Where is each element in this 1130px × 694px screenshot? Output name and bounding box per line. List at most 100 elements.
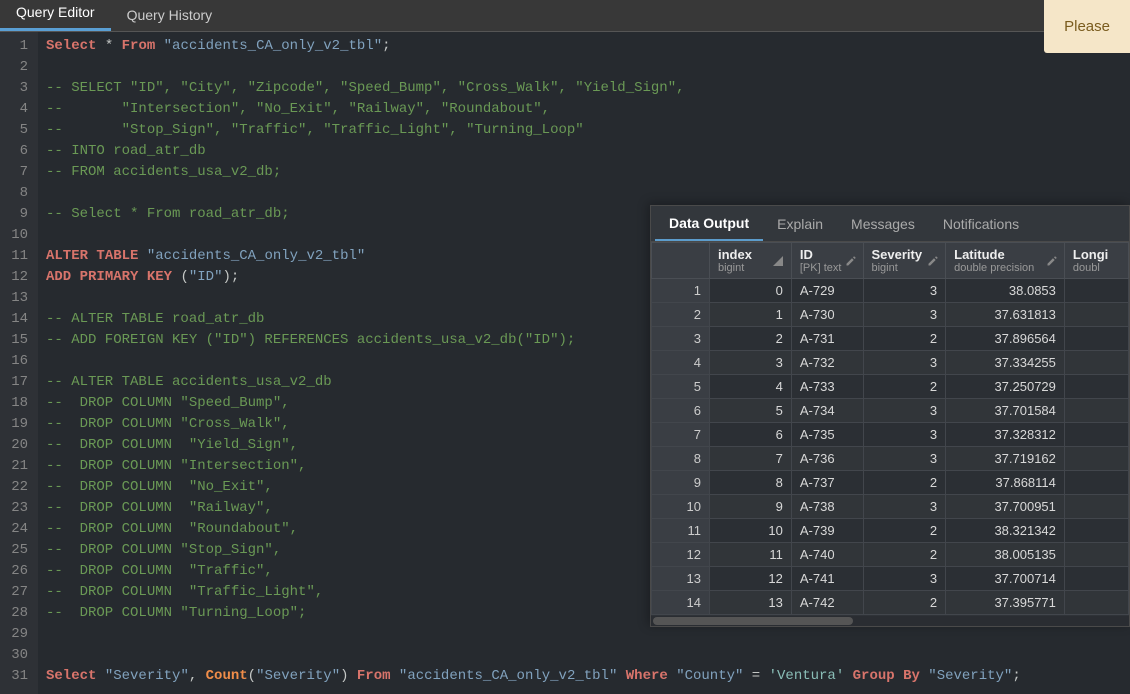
table-row[interactable]: 54A-733237.250729: [652, 375, 1129, 399]
cell[interactable]: A-739: [791, 519, 863, 543]
tab-query-editor[interactable]: Query Editor: [0, 0, 111, 31]
cell[interactable]: 4: [710, 375, 792, 399]
edit-icon[interactable]: [1046, 255, 1058, 267]
scrollbar-thumb[interactable]: [653, 617, 853, 625]
code-line[interactable]: -- "Intersection", "No_Exit", "Railway",…: [46, 99, 1122, 120]
cell[interactable]: A-736: [791, 447, 863, 471]
table-row[interactable]: 1211A-740238.005135: [652, 543, 1129, 567]
cell[interactable]: [1064, 351, 1128, 375]
cell[interactable]: A-733: [791, 375, 863, 399]
cell[interactable]: 2: [863, 591, 946, 615]
table-row[interactable]: 1413A-742237.395771: [652, 591, 1129, 615]
cell[interactable]: [1064, 279, 1128, 303]
data-tab-notifications[interactable]: Notifications: [929, 208, 1033, 240]
cell[interactable]: 37.631813: [946, 303, 1065, 327]
cell[interactable]: 37.896564: [946, 327, 1065, 351]
cell[interactable]: 3: [863, 279, 946, 303]
cell[interactable]: 3: [710, 351, 792, 375]
cell[interactable]: 3: [863, 399, 946, 423]
tab-query-history[interactable]: Query History: [111, 0, 229, 31]
cell[interactable]: [1064, 375, 1128, 399]
data-tab-messages[interactable]: Messages: [837, 208, 929, 240]
cell[interactable]: 3: [863, 447, 946, 471]
code-line[interactable]: -- SELECT "ID", "City", "Zipcode", "Spee…: [46, 78, 1122, 99]
table-row[interactable]: 1110A-739238.321342: [652, 519, 1129, 543]
code-line[interactable]: [46, 57, 1122, 78]
data-tab-data-output[interactable]: Data Output: [655, 207, 763, 241]
cell[interactable]: A-740: [791, 543, 863, 567]
cell[interactable]: 13: [710, 591, 792, 615]
cell[interactable]: A-742: [791, 591, 863, 615]
cell[interactable]: 3: [863, 303, 946, 327]
code-line[interactable]: -- "Stop_Sign", "Traffic", "Traffic_Ligh…: [46, 120, 1122, 141]
table-row[interactable]: 32A-731237.896564: [652, 327, 1129, 351]
cell[interactable]: 37.328312: [946, 423, 1065, 447]
table-row[interactable]: 21A-730337.631813: [652, 303, 1129, 327]
column-header-index[interactable]: indexbigint: [710, 243, 792, 279]
cell[interactable]: 9: [710, 495, 792, 519]
table-row[interactable]: 98A-737237.868114: [652, 471, 1129, 495]
cell[interactable]: 2: [863, 471, 946, 495]
cell[interactable]: 2: [863, 519, 946, 543]
cell[interactable]: [1064, 519, 1128, 543]
cell[interactable]: A-734: [791, 399, 863, 423]
cell[interactable]: [1064, 567, 1128, 591]
horizontal-scrollbar[interactable]: [651, 616, 1129, 626]
cell[interactable]: 3: [863, 495, 946, 519]
code-line[interactable]: [46, 624, 1122, 645]
cell[interactable]: A-738: [791, 495, 863, 519]
cell[interactable]: 3: [863, 423, 946, 447]
cell[interactable]: A-737: [791, 471, 863, 495]
cell[interactable]: 0: [710, 279, 792, 303]
cell[interactable]: 37.334255: [946, 351, 1065, 375]
cell[interactable]: 6: [710, 423, 792, 447]
code-line[interactable]: [46, 183, 1122, 204]
cell[interactable]: 37.700714: [946, 567, 1065, 591]
column-header-id[interactable]: ID[PK] text: [791, 243, 863, 279]
cell[interactable]: 37.868114: [946, 471, 1065, 495]
code-line[interactable]: -- FROM accidents_usa_v2_db;: [46, 162, 1122, 183]
data-tab-explain[interactable]: Explain: [763, 208, 837, 240]
cell[interactable]: 38.0853: [946, 279, 1065, 303]
cell[interactable]: [1064, 495, 1128, 519]
cell[interactable]: 2: [863, 327, 946, 351]
cell[interactable]: 2: [863, 543, 946, 567]
table-row[interactable]: 87A-736337.719162: [652, 447, 1129, 471]
cell[interactable]: A-732: [791, 351, 863, 375]
cell[interactable]: A-729: [791, 279, 863, 303]
cell[interactable]: A-735: [791, 423, 863, 447]
cell[interactable]: 38.321342: [946, 519, 1065, 543]
code-line[interactable]: [46, 645, 1122, 666]
cell[interactable]: A-731: [791, 327, 863, 351]
cell[interactable]: A-730: [791, 303, 863, 327]
column-header-latitude[interactable]: Latitudedouble precision: [946, 243, 1065, 279]
cell[interactable]: 12: [710, 567, 792, 591]
notification-banner[interactable]: Please: [1044, 0, 1130, 53]
cell[interactable]: [1064, 399, 1128, 423]
cell[interactable]: [1064, 423, 1128, 447]
code-line[interactable]: Select * From "accidents_CA_only_v2_tbl"…: [46, 36, 1122, 57]
cell[interactable]: [1064, 303, 1128, 327]
column-header-longi[interactable]: Longidoubl: [1064, 243, 1128, 279]
code-line[interactable]: -- INTO road_atr_db: [46, 141, 1122, 162]
cell[interactable]: A-741: [791, 567, 863, 591]
cell[interactable]: 37.719162: [946, 447, 1065, 471]
cell[interactable]: [1064, 447, 1128, 471]
cell[interactable]: 38.005135: [946, 543, 1065, 567]
cell[interactable]: [1064, 471, 1128, 495]
result-grid[interactable]: indexbigintID[PK] textSeveritybigintLati…: [651, 242, 1129, 615]
cell[interactable]: 5: [710, 399, 792, 423]
cell[interactable]: 37.395771: [946, 591, 1065, 615]
table-row[interactable]: 109A-738337.700951: [652, 495, 1129, 519]
table-row[interactable]: 10A-729338.0853: [652, 279, 1129, 303]
cell[interactable]: 37.700951: [946, 495, 1065, 519]
cell[interactable]: 3: [863, 351, 946, 375]
cell[interactable]: 3: [863, 567, 946, 591]
cell[interactable]: 37.250729: [946, 375, 1065, 399]
edit-icon[interactable]: [927, 255, 939, 267]
cell[interactable]: [1064, 327, 1128, 351]
cell[interactable]: 37.701584: [946, 399, 1065, 423]
cell[interactable]: 1: [710, 303, 792, 327]
sort-icon[interactable]: [773, 256, 783, 266]
column-header-severity[interactable]: Severitybigint: [863, 243, 946, 279]
